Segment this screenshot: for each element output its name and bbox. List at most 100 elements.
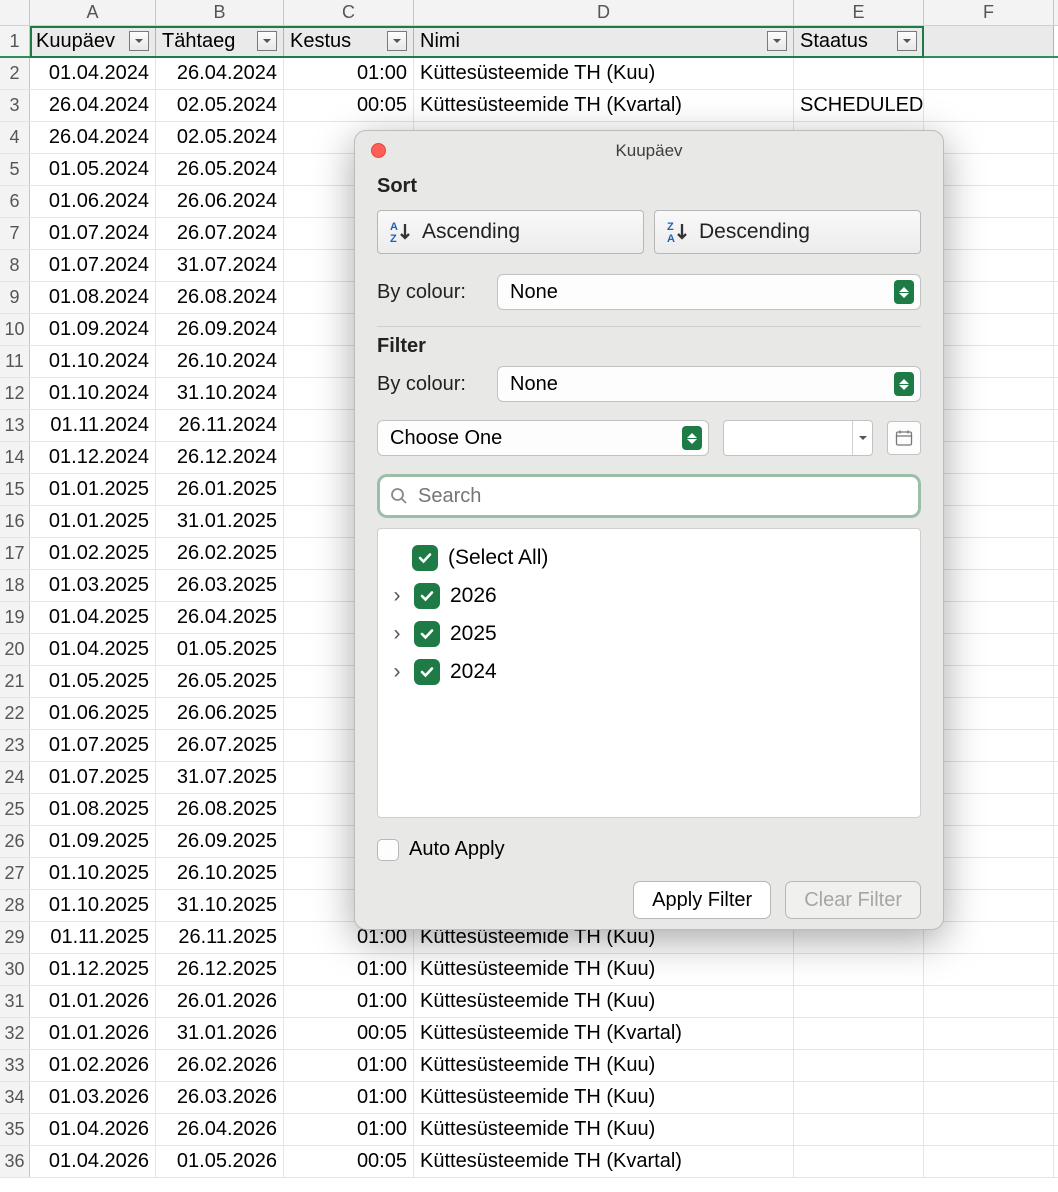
- cell[interactable]: 26.11.2025: [156, 922, 284, 953]
- cell[interactable]: 02.05.2024: [156, 90, 284, 121]
- chevron-right-icon[interactable]: ›: [390, 622, 404, 646]
- row-header[interactable]: 34: [0, 1082, 30, 1113]
- cell[interactable]: Küttesüsteemide TH (Kuu): [414, 1114, 794, 1145]
- checkbox-checked[interactable]: [414, 583, 440, 609]
- row-header[interactable]: 29: [0, 922, 30, 953]
- row-header[interactable]: 35: [0, 1114, 30, 1145]
- row-header[interactable]: 31: [0, 986, 30, 1017]
- row-header[interactable]: 21: [0, 666, 30, 697]
- select-all-item[interactable]: (Select All): [390, 539, 908, 577]
- cell[interactable]: 26.04.2025: [156, 602, 284, 633]
- filter-search-input[interactable]: [380, 477, 918, 515]
- filter-dropdown-button[interactable]: [257, 31, 277, 51]
- row-header[interactable]: 27: [0, 858, 30, 889]
- row-header[interactable]: 20: [0, 634, 30, 665]
- filter-dropdown-button[interactable]: [767, 31, 787, 51]
- row-header[interactable]: 10: [0, 314, 30, 345]
- row-header[interactable]: 13: [0, 410, 30, 441]
- cell[interactable]: 01:00: [284, 1050, 414, 1081]
- cell[interactable]: 01.12.2024: [30, 442, 156, 473]
- cell[interactable]: 26.09.2025: [156, 826, 284, 857]
- cell[interactable]: 01.05.2024: [30, 154, 156, 185]
- row-header[interactable]: 8: [0, 250, 30, 281]
- close-button[interactable]: [371, 143, 386, 158]
- chevron-right-icon[interactable]: ›: [390, 660, 404, 684]
- sort-by-colour-select[interactable]: None: [497, 274, 921, 310]
- filter-value-tree[interactable]: (Select All) › 2026 › 2025 › 2024: [377, 528, 921, 818]
- search-field[interactable]: [418, 485, 908, 508]
- cell[interactable]: 01.05.2025: [156, 634, 284, 665]
- cell[interactable]: [924, 90, 1054, 121]
- cell[interactable]: [794, 954, 924, 985]
- cell[interactable]: [924, 954, 1054, 985]
- cell[interactable]: [924, 1050, 1054, 1081]
- filter-condition-select[interactable]: Choose One: [377, 420, 709, 456]
- cell[interactable]: 01.04.2024: [30, 58, 156, 89]
- cell[interactable]: [794, 1018, 924, 1049]
- cell[interactable]: 01.04.2025: [30, 634, 156, 665]
- col-header-C[interactable]: C: [284, 0, 414, 25]
- chevron-right-icon[interactable]: ›: [390, 584, 404, 608]
- cell[interactable]: 26.02.2025: [156, 538, 284, 569]
- cell[interactable]: [924, 986, 1054, 1017]
- row-header[interactable]: 17: [0, 538, 30, 569]
- row-header[interactable]: 7: [0, 218, 30, 249]
- cell[interactable]: [794, 1146, 924, 1177]
- tree-year-item[interactable]: › 2025: [390, 615, 908, 653]
- row-header[interactable]: 6: [0, 186, 30, 217]
- cell[interactable]: [794, 58, 924, 89]
- cell[interactable]: 01.07.2024: [30, 250, 156, 281]
- cell[interactable]: [924, 1146, 1054, 1177]
- row-header[interactable]: 36: [0, 1146, 30, 1177]
- cell[interactable]: Küttesüsteemide TH (Kvartal): [414, 1018, 794, 1049]
- cell[interactable]: 01.12.2025: [30, 954, 156, 985]
- cell[interactable]: 01.03.2025: [30, 570, 156, 601]
- row-header[interactable]: 26: [0, 826, 30, 857]
- cell[interactable]: 01.01.2026: [30, 1018, 156, 1049]
- cell[interactable]: Küttesüsteemide TH (Kvartal): [414, 1146, 794, 1177]
- cell[interactable]: Küttesüsteemide TH (Kuu): [414, 1082, 794, 1113]
- checkbox-checked[interactable]: [412, 545, 438, 571]
- cell[interactable]: 26.04.2026: [156, 1114, 284, 1145]
- cell[interactable]: Küttesüsteemide TH (Kuu): [414, 986, 794, 1017]
- cell[interactable]: 01.01.2026: [30, 986, 156, 1017]
- checkbox-checked[interactable]: [414, 621, 440, 647]
- cell[interactable]: 26.08.2025: [156, 794, 284, 825]
- cell[interactable]: Küttesüsteemide TH (Kuu): [414, 1050, 794, 1081]
- cell[interactable]: 26.04.2024: [30, 90, 156, 121]
- cell[interactable]: 01:00: [284, 986, 414, 1017]
- row-header[interactable]: 16: [0, 506, 30, 537]
- cell[interactable]: [924, 922, 1054, 953]
- dialog-titlebar[interactable]: Kuupäev: [355, 131, 943, 171]
- row-header[interactable]: 11: [0, 346, 30, 377]
- row-header[interactable]: 3: [0, 90, 30, 121]
- cell[interactable]: 01.11.2024: [30, 410, 156, 441]
- sort-descending-button[interactable]: Z A Descending: [654, 210, 921, 254]
- cell[interactable]: 01.06.2025: [30, 698, 156, 729]
- cell[interactable]: 26.03.2025: [156, 570, 284, 601]
- header-cell-kuupaev[interactable]: Kuupäev: [30, 26, 156, 56]
- row-header[interactable]: 30: [0, 954, 30, 985]
- row-header[interactable]: 24: [0, 762, 30, 793]
- cell[interactable]: 01.08.2025: [30, 794, 156, 825]
- cell[interactable]: 26.06.2024: [156, 186, 284, 217]
- col-header-B[interactable]: B: [156, 0, 284, 25]
- filter-dropdown-button[interactable]: [897, 31, 917, 51]
- row-header[interactable]: 4: [0, 122, 30, 153]
- cell[interactable]: 00:05: [284, 1146, 414, 1177]
- cell[interactable]: [794, 1050, 924, 1081]
- cell[interactable]: [794, 986, 924, 1017]
- filter-dropdown-button[interactable]: [387, 31, 407, 51]
- checkbox-checked[interactable]: [414, 659, 440, 685]
- cell[interactable]: 01.07.2025: [30, 730, 156, 761]
- apply-filter-button[interactable]: Apply Filter: [633, 881, 771, 919]
- cell[interactable]: 00:05: [284, 90, 414, 121]
- cell[interactable]: Küttesüsteemide TH (Kuu): [414, 954, 794, 985]
- cell[interactable]: 26.05.2025: [156, 666, 284, 697]
- cell[interactable]: 01.01.2025: [30, 506, 156, 537]
- row-header[interactable]: 25: [0, 794, 30, 825]
- cell[interactable]: 26.04.2024: [156, 58, 284, 89]
- cell[interactable]: 01.02.2025: [30, 538, 156, 569]
- header-cell-staatus[interactable]: Staatus: [794, 26, 924, 56]
- cell[interactable]: 01.04.2026: [30, 1114, 156, 1145]
